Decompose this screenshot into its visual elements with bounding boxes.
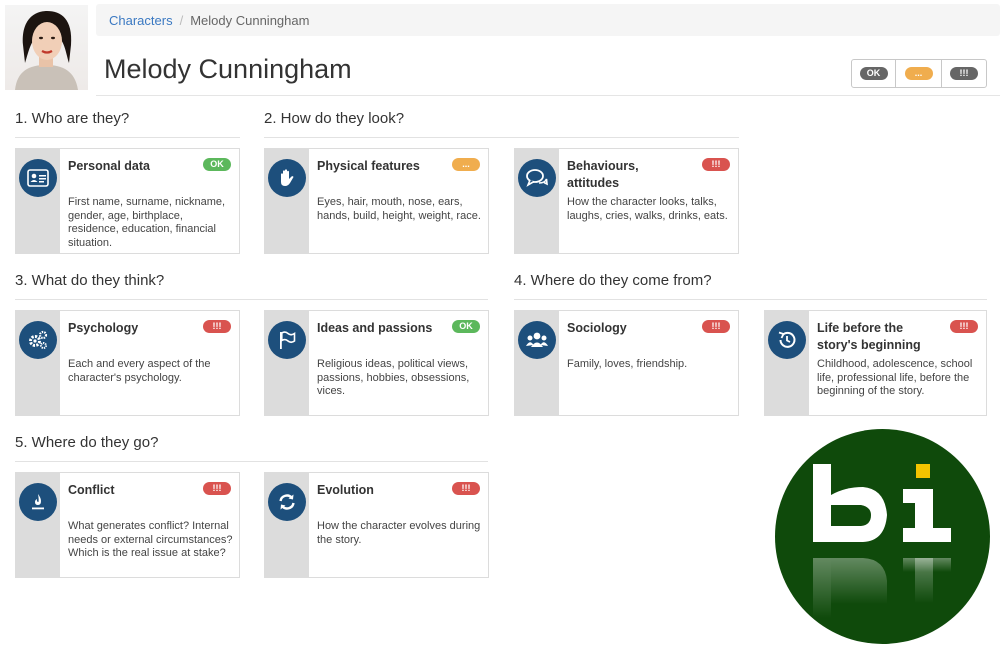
speech-bubbles-icon xyxy=(518,159,556,197)
card-description: How the character looks, talks, laughs, … xyxy=(567,196,728,222)
status-badge: !!! xyxy=(203,320,231,333)
card-personal-data[interactable]: Personal data OK First name, surname, ni… xyxy=(15,148,240,254)
card-title: Conflict xyxy=(68,483,115,497)
filter-alert-button[interactable]: !!! xyxy=(942,60,986,87)
breadcrumb-characters-link[interactable]: Characters xyxy=(109,13,173,28)
status-badge: !!! xyxy=(203,482,231,495)
page-title: Melody Cunningham xyxy=(104,54,352,84)
card-description: Eyes, hair, mouth, nose, ears, hands, bu… xyxy=(317,196,481,222)
section-title-go: 5. Where do they go? xyxy=(15,434,488,462)
card-description: First name, surname, nickname, gender, a… xyxy=(68,196,226,249)
status-badge: !!! xyxy=(702,158,730,171)
card-life-before-story[interactable]: Life before the story's beginning !!! Ch… xyxy=(764,310,987,416)
section-title-look: 2. How do they look? xyxy=(264,110,739,138)
status-badge: OK xyxy=(203,158,231,171)
card-title: Physical features xyxy=(317,159,420,173)
card-title: Psychology xyxy=(68,321,139,335)
card-physical-features[interactable]: Physical features ... Eyes, hair, mouth,… xyxy=(264,148,489,254)
card-title: Evolution xyxy=(317,483,374,497)
header-divider xyxy=(96,95,1000,96)
flag-icon xyxy=(268,321,306,359)
card-ideas-passions[interactable]: Ideas and passions OK Religious ideas, p… xyxy=(264,310,489,416)
card-title: Personal data xyxy=(68,159,150,173)
filter-pending-button[interactable]: ... xyxy=(896,60,942,87)
section-title-come-from: 4. Where do they come from? xyxy=(514,272,987,300)
card-title: Behaviours, attitudes xyxy=(567,159,639,190)
card-description: Each and every aspect of the character's… xyxy=(68,358,211,384)
breadcrumb-separator: / xyxy=(179,12,184,28)
fire-icon xyxy=(19,483,57,521)
section-title-who: 1. Who are they? xyxy=(15,110,240,138)
filter-ok-button[interactable]: OK xyxy=(852,60,896,87)
refresh-icon xyxy=(268,483,306,521)
card-title: Sociology xyxy=(567,321,627,335)
section-title-think: 3. What do they think? xyxy=(15,272,488,300)
card-description: What generates conflict? Internal needs … xyxy=(68,520,233,560)
breadcrumb-current: Melody Cunningham xyxy=(190,12,310,28)
gears-icon xyxy=(19,321,57,359)
status-badge: !!! xyxy=(702,320,730,333)
card-evolution[interactable]: Evolution !!! How the character evolves … xyxy=(264,472,489,578)
bi-logo xyxy=(775,429,990,644)
card-title: Life before the story's beginning xyxy=(817,321,921,352)
breadcrumb: Characters / Melody Cunningham xyxy=(96,4,1000,36)
id-card-icon xyxy=(19,159,57,197)
hand-icon xyxy=(268,159,306,197)
card-description: Family, loves, friendship. xyxy=(567,358,688,370)
status-badge: OK xyxy=(452,320,480,333)
card-description: How the character evolves during the sto… xyxy=(317,520,481,546)
card-psychology[interactable]: Psychology !!! Each and every aspect of … xyxy=(15,310,240,416)
card-description: Religious ideas, political views, passio… xyxy=(317,358,470,398)
status-badge: ... xyxy=(452,158,480,171)
status-badge: !!! xyxy=(452,482,480,495)
card-title: Ideas and passions xyxy=(317,321,433,335)
card-conflict[interactable]: Conflict !!! What generates conflict? In… xyxy=(15,472,240,578)
character-avatar xyxy=(5,5,88,90)
card-sociology[interactable]: Sociology !!! Family, loves, friendship. xyxy=(514,310,739,416)
card-behaviours-attitudes[interactable]: Behaviours, attitudes !!! How the charac… xyxy=(514,148,739,254)
status-filter-group: OK ... !!! xyxy=(851,59,987,88)
users-icon xyxy=(518,321,556,359)
card-description: Childhood, adolescence, school life, pro… xyxy=(817,358,973,398)
history-icon xyxy=(768,321,806,359)
status-badge: !!! xyxy=(950,320,978,333)
